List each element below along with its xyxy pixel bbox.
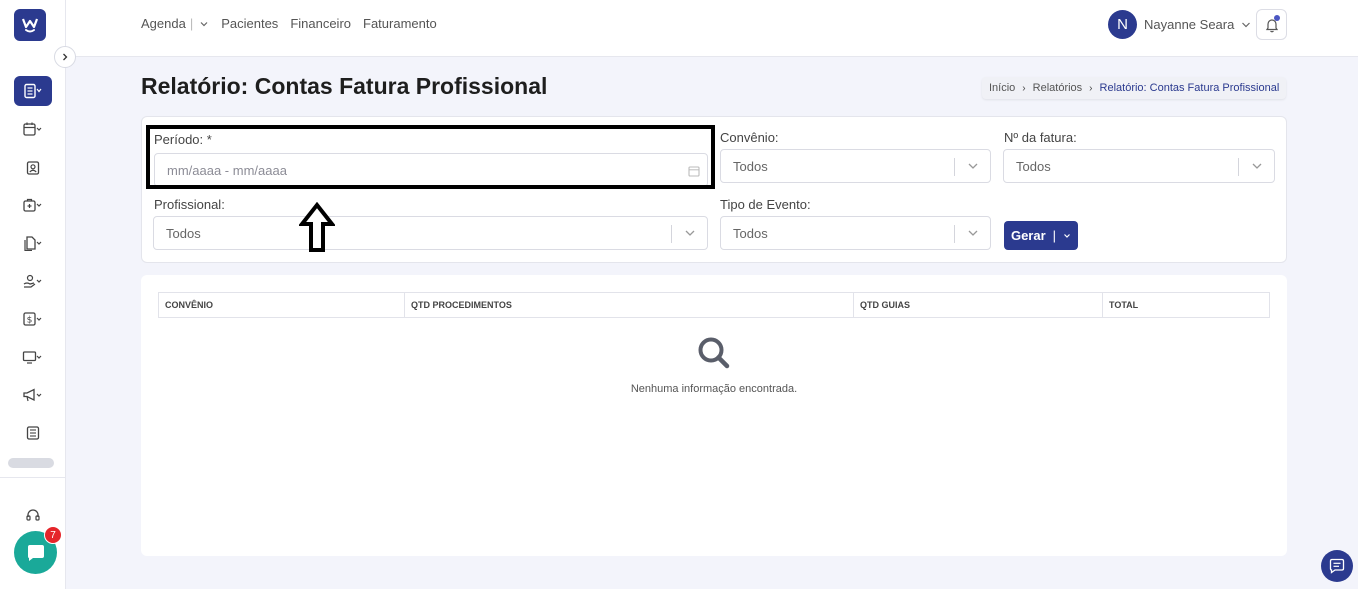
sidebar-item-marketing[interactable] xyxy=(14,380,52,410)
sidebar-scrollbar[interactable] xyxy=(8,458,54,468)
breadcrumb-current: Relatório: Contas Fatura Profissional xyxy=(1099,82,1280,94)
chevron-down-icon xyxy=(968,230,978,236)
column-header[interactable]: QTD PROCEDIMENTOS xyxy=(405,293,854,317)
chat-icon xyxy=(27,544,44,561)
documents-icon xyxy=(24,236,42,251)
sidebar-item-finance[interactable]: $ xyxy=(14,304,52,334)
notifications-button[interactable] xyxy=(1256,9,1287,40)
convenio-value: Todos xyxy=(733,159,768,174)
nav-financeiro[interactable]: Financeiro xyxy=(290,16,351,31)
headset-icon xyxy=(26,509,40,521)
breadcrumb-reports[interactable]: Relatórios xyxy=(1033,82,1083,94)
chevron-down-icon xyxy=(1252,163,1262,169)
notification-dot xyxy=(1274,15,1280,21)
sidebar-item-care[interactable] xyxy=(14,266,52,296)
column-header[interactable]: CONVÊNIO xyxy=(159,293,405,317)
column-header[interactable]: TOTAL xyxy=(1103,293,1269,317)
gerar-label: Gerar xyxy=(1010,228,1046,243)
top-bar: Agenda | Pacientes Financeiro Faturament… xyxy=(66,0,1358,57)
chevron-down-icon xyxy=(685,230,695,236)
fatura-label: Nº da fatura: xyxy=(1004,130,1077,145)
calendar-icon xyxy=(23,122,42,136)
chevron-down-icon xyxy=(968,163,978,169)
chevron-down-icon xyxy=(1242,22,1251,27)
page-title: Relatório: Contas Fatura Profissional xyxy=(141,73,548,99)
sidebar-item-clinic[interactable] xyxy=(14,190,52,220)
money-icon: $ xyxy=(23,312,42,326)
report-icon xyxy=(24,83,42,99)
user-menu[interactable]: N Nayanne Seara xyxy=(1108,10,1252,39)
periodo-input[interactable]: mm/aaaa - mm/aaaa xyxy=(154,153,708,187)
tipo-evento-value: Todos xyxy=(733,226,768,241)
fatura-select[interactable]: Todos xyxy=(1003,149,1275,183)
nav-agenda[interactable]: Agenda xyxy=(141,16,186,31)
sidebar-item-patients[interactable] xyxy=(14,153,52,183)
hand-heart-icon xyxy=(23,274,42,288)
periodo-placeholder: mm/aaaa - mm/aaaa xyxy=(167,163,287,178)
chevron-right-icon xyxy=(63,53,68,61)
profissional-label: Profissional: xyxy=(154,197,225,212)
message-icon xyxy=(1329,558,1345,574)
user-name: Nayanne Seara xyxy=(1144,17,1235,32)
sidebar-item-calendar[interactable] xyxy=(14,114,52,144)
newspaper-icon xyxy=(26,426,40,440)
app-logo[interactable] xyxy=(14,9,46,41)
select-divider xyxy=(954,225,955,243)
sidebar-item-monitor[interactable] xyxy=(14,342,52,372)
select-divider xyxy=(954,158,955,176)
results-panel: CONVÊNIO QTD PROCEDIMENTOS QTD GUIAS TOT… xyxy=(141,275,1287,556)
help-chat-button[interactable] xyxy=(1321,550,1353,582)
logo-icon xyxy=(21,18,39,33)
chevron-right-icon: › xyxy=(1089,82,1093,94)
column-header[interactable]: QTD GUIAS xyxy=(854,293,1103,317)
profissional-value: Todos xyxy=(166,226,201,241)
avatar: N xyxy=(1108,10,1137,39)
sidebar: $ xyxy=(0,0,66,589)
svg-text:$: $ xyxy=(27,316,33,326)
search-icon xyxy=(698,337,730,369)
breadcrumb: Início › Relatórios › Relatório: Contas … xyxy=(982,77,1287,99)
sidebar-item-support[interactable] xyxy=(14,500,52,530)
megaphone-icon xyxy=(23,388,42,402)
periodo-label: Período: * xyxy=(154,132,212,147)
sidebar-toggle-button[interactable] xyxy=(54,46,76,68)
calendar-icon xyxy=(688,166,700,177)
chat-unread-badge: 7 xyxy=(44,526,62,544)
patient-card-icon xyxy=(26,161,40,175)
sidebar-divider xyxy=(0,477,66,478)
sidebar-item-documents[interactable] xyxy=(14,228,52,258)
chevron-down-icon[interactable] xyxy=(199,20,209,28)
monitor-icon xyxy=(22,351,42,364)
nav-faturamento[interactable]: Faturamento xyxy=(363,16,437,31)
profissional-select[interactable]: Todos xyxy=(153,216,708,250)
top-navigation: Agenda | Pacientes Financeiro Faturament… xyxy=(141,16,449,31)
medical-bag-icon xyxy=(23,198,42,212)
tipo-evento-label: Tipo de Evento: xyxy=(720,197,811,212)
convenio-label: Convênio: xyxy=(720,130,779,145)
convenio-select[interactable]: Todos xyxy=(720,149,991,183)
select-divider xyxy=(1238,158,1239,176)
fatura-value: Todos xyxy=(1016,159,1051,174)
sidebar-item-reports[interactable] xyxy=(14,76,52,106)
chevron-right-icon: › xyxy=(1022,82,1026,94)
tipo-evento-select[interactable]: Todos xyxy=(720,216,991,250)
chevron-down-icon xyxy=(1064,233,1070,238)
nav-pacientes[interactable]: Pacientes xyxy=(221,16,278,31)
select-divider xyxy=(671,225,672,243)
gerar-separator: | xyxy=(1052,228,1057,243)
gerar-button[interactable]: Gerar | xyxy=(1004,221,1078,250)
breadcrumb-home[interactable]: Início xyxy=(989,82,1015,94)
nav-agenda-separator: | xyxy=(189,16,194,31)
table-header: CONVÊNIO QTD PROCEDIMENTOS QTD GUIAS TOT… xyxy=(158,292,1270,318)
annotation-up-arrow-icon xyxy=(299,202,335,252)
empty-state-text: Nenhuma informação encontrada. xyxy=(630,383,798,395)
sidebar-item-news[interactable] xyxy=(14,418,52,448)
